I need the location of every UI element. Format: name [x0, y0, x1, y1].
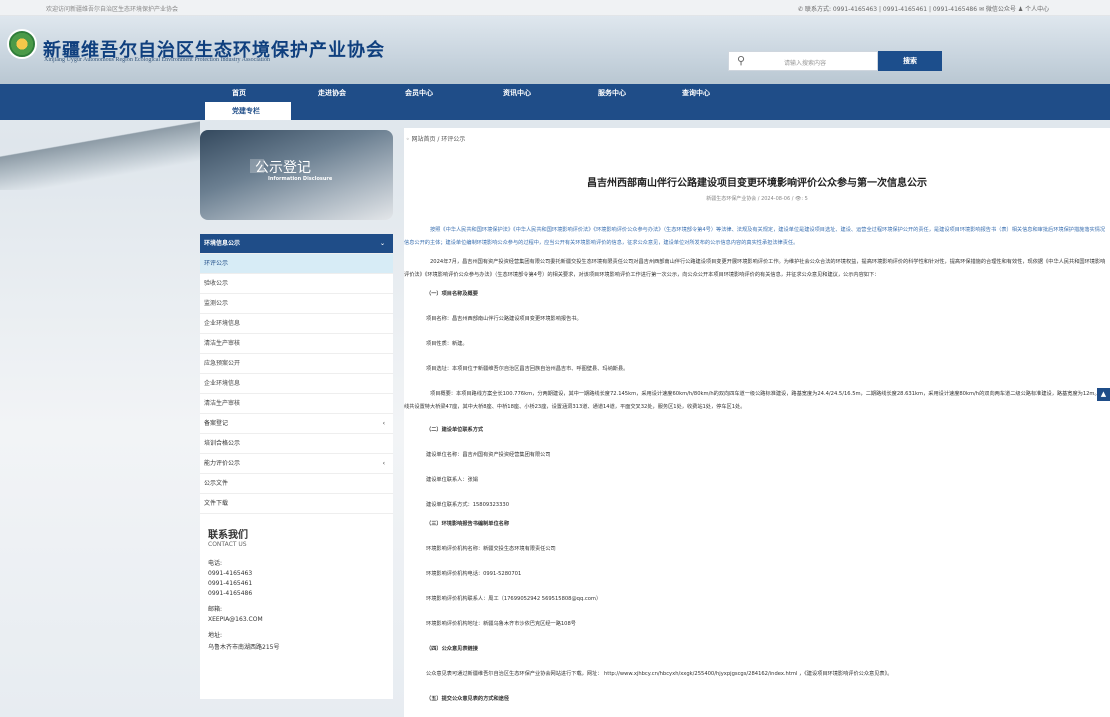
- chevron-left-icon: ‹: [382, 420, 385, 427]
- paragraph: 2024年7月，昌吉州国有资产投资经营集团有限公司委托新疆交投生态环境有限责任公…: [404, 259, 1106, 278]
- contact-title: 联系我们: [208, 530, 248, 541]
- text-line: 建设单位联系方式：15809323330: [426, 502, 509, 508]
- banner-title: 公示登记: [255, 160, 311, 176]
- email-value: XEEPIA@163.COM: [208, 616, 263, 623]
- top-right-links: ✆ 联系方式: 0991-4165463 | 0991-4165461 | 09…: [798, 4, 1049, 13]
- menu-downloads[interactable]: 文件下载: [200, 494, 393, 514]
- article-meta: 新疆生态环保产业协会 / 2024-08-06 / 👁: 5: [706, 196, 808, 202]
- top-strip: 欢迎访问新疆维吾尔自治区生态环境保护产业协会 ✆ 联系方式: 0991-4165…: [0, 0, 1110, 16]
- article-body: 按照《中华人民共和国环境保护法》《中华人民共和国环境影响评价法》《环境影响评价公…: [404, 224, 1106, 717]
- phone-icon: ✆: [798, 6, 804, 13]
- text-line: 环境影响评价机构联系人：周工（17699052942 569515808@qq.…: [426, 596, 602, 602]
- search-box[interactable]: ⚲ 请输入搜索内容: [728, 51, 878, 71]
- contact-text: 联系方式: 0991-4165463 | 0991-4165461 | 0991…: [804, 6, 978, 13]
- address-value: 乌鲁木齐市南湖西路215号: [208, 644, 280, 651]
- menu-enterprise-info-2[interactable]: 企业环境信息: [200, 374, 393, 394]
- paragraph: 按照《中华人民共和国环境保护法》《中华人民共和国环境影响评价法》《环境影响评价公…: [404, 227, 1106, 246]
- menu-enterprise-info[interactable]: 企业环境信息: [200, 314, 393, 334]
- site-header: 新疆维吾尔自治区生态环境保护产业协会 Xinjiang Uygur Autono…: [0, 16, 1110, 84]
- back-to-top-button[interactable]: ▲: [1097, 388, 1110, 401]
- section-heading: （四）公众意见表链接: [426, 646, 478, 652]
- menu-training[interactable]: 培训合格公示: [200, 434, 393, 454]
- menu-filing[interactable]: 备案登记 ‹: [200, 414, 393, 434]
- menu-label: 能力评价公示: [204, 460, 241, 467]
- address-label: 地址:: [208, 632, 223, 639]
- nav-home[interactable]: 首页: [232, 88, 246, 98]
- menu-notice-files[interactable]: 公示文件: [200, 474, 393, 494]
- phone-3: 0991-4165486: [208, 590, 253, 597]
- sidebar: 公示登记 Information Disclosure 环境信息公示 ⌄ 环评公示…: [200, 130, 393, 699]
- menu-monitoring[interactable]: 监测公示: [200, 294, 393, 314]
- menu-clean-production-2[interactable]: 清洁生产审核: [200, 394, 393, 414]
- search-icon: ⚲: [737, 54, 746, 67]
- association-logo[interactable]: [7, 29, 37, 59]
- phone-1: 0991-4165463: [208, 570, 253, 577]
- text-line: 环境影响评价机构电话：0991-5280701: [426, 571, 522, 577]
- section-heading: （五）提交公众意见表的方式和途径: [426, 696, 510, 702]
- text-line: 环境影响评价机构地址：新疆乌鲁木齐市沙依巴克区经一路108号: [426, 621, 576, 627]
- background-mountain: [0, 110, 200, 190]
- breadcrumb: ◦ 网站首页 / 环评公示: [406, 134, 465, 143]
- text-line: 建设单位名称：昌吉州国有资产投资经营集团有限公司: [426, 452, 551, 458]
- phone-label: 电话:: [208, 560, 223, 567]
- search-button[interactable]: 搜索: [878, 51, 942, 71]
- menu-label: 环境信息公示: [204, 240, 241, 247]
- download-link-line[interactable]: 公众意见表可通过新疆维吾尔自治区生态环保产业协会网站进行下载，网址： http:…: [404, 668, 1106, 681]
- nav-party[interactable]: 党建专栏: [232, 106, 260, 116]
- text-line: 建设单位联系人：张娟: [426, 477, 478, 483]
- text-line: 项目选址：本项目位于新疆维吾尔自治区昌吉回族自治州昌吉市、呼图壁县、玛纳斯县。: [426, 366, 629, 372]
- section-heading: （二）建设单位联系方式: [426, 427, 484, 433]
- text-line: 环境影响评价机构名称：新疆交投生态环境有限责任公司: [426, 546, 556, 552]
- menu-capability[interactable]: 能力评价公示 ‹: [200, 454, 393, 474]
- user-icon: ♟: [1017, 6, 1024, 13]
- section-heading: （一）项目名称及概要: [426, 291, 478, 297]
- contact-panel: 联系我们 CONTACT US 电话: 0991-4165463 0991-41…: [200, 514, 393, 699]
- article-title: 昌吉州西部南山伴行公路建设项目变更环境影响评价公众参与第一次信息公示: [587, 178, 927, 189]
- article-panel: ◦ 网站首页 / 环评公示 昌吉州西部南山伴行公路建设项目变更环境影响评价公众参…: [404, 128, 1110, 717]
- nav-about[interactable]: 走进协会: [318, 88, 346, 98]
- menu-env-info[interactable]: 环境信息公示 ⌄: [200, 234, 393, 254]
- search-input[interactable]: 请输入搜索内容: [784, 58, 826, 67]
- email-label: 邮箱:: [208, 606, 223, 613]
- site-subtitle: Xinjiang Uygur Autonomous Region Ecologi…: [44, 57, 270, 63]
- chevron-down-icon: ⌄: [379, 240, 385, 247]
- paragraph: 项目概要：本项目路线方案全长100.776km，分两期建设，其中一期路线长度72…: [404, 391, 1105, 410]
- banner-subtitle: Information Disclosure: [268, 176, 333, 182]
- menu-clean-production[interactable]: 清洁生产审核: [200, 334, 393, 354]
- menu-acceptance[interactable]: 验收公示: [200, 274, 393, 294]
- menu-emergency[interactable]: 应急预案公开: [200, 354, 393, 374]
- section-heading: （三）环境影响报告书编制单位名称: [426, 521, 510, 527]
- nav-news[interactable]: 资讯中心: [503, 88, 531, 98]
- phone-2: 0991-4165461: [208, 580, 253, 587]
- menu-eia-notice[interactable]: 环评公示: [200, 254, 393, 274]
- menu-label: 备案登记: [204, 420, 229, 427]
- chevron-left-icon: ‹: [382, 460, 385, 467]
- wechat-link[interactable]: 微信公众号: [986, 6, 1016, 13]
- wechat-icon: ✉: [978, 6, 984, 13]
- user-center-link[interactable]: 个人中心: [1025, 6, 1049, 13]
- breadcrumb-text[interactable]: 网站首页 / 环评公示: [411, 136, 465, 143]
- welcome-text: 欢迎访问新疆维吾尔自治区生态环境保护产业协会: [46, 6, 179, 13]
- contact-subtitle: CONTACT US: [208, 541, 247, 548]
- nav-service[interactable]: 服务中心: [598, 88, 626, 98]
- sidebar-banner: 公示登记 Information Disclosure: [200, 130, 393, 220]
- text-line: 项目名称：昌吉州西部南山伴行公路建设项目变更环境影响报告书。: [426, 316, 582, 322]
- main-nav: 首页 走进协会 会员中心 资讯中心 服务中心 查询中心 党建专栏: [0, 84, 1110, 120]
- nav-members[interactable]: 会员中心: [405, 88, 433, 98]
- nav-query[interactable]: 查询中心: [682, 88, 710, 98]
- text-line: 项目性质：新建。: [426, 341, 468, 347]
- sidebar-menu: 环境信息公示 ⌄ 环评公示 验收公示 监测公示 企业环境信息 清洁生产审核 应急预…: [200, 234, 393, 514]
